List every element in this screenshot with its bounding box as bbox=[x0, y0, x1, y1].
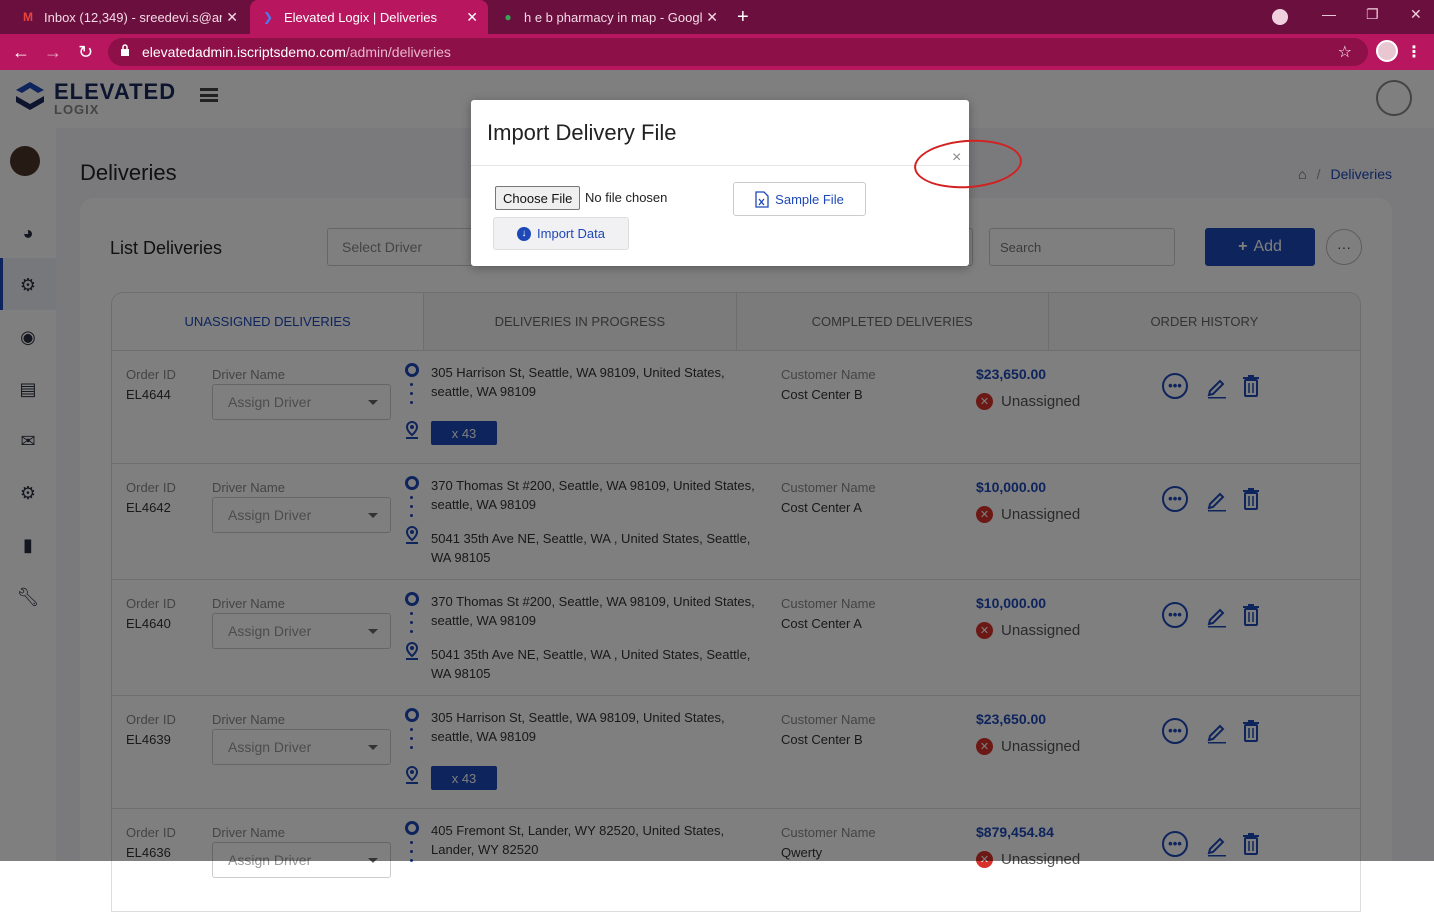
excel-file-icon bbox=[755, 190, 769, 208]
browser-tab-bar: M Inbox (12,349) - sreedevi.s@armi ✕ ❯ E… bbox=[0, 0, 1434, 34]
modal-divider bbox=[471, 165, 969, 166]
back-icon[interactable]: ← bbox=[12, 42, 30, 63]
address-bar: ← → ↻ elevatedadmin.iscriptsdemo.com/adm… bbox=[0, 34, 1434, 70]
minimize-icon[interactable]: — bbox=[1322, 6, 1336, 22]
import-data-label: Import Data bbox=[537, 226, 605, 241]
url-path: /admin/deliveries bbox=[345, 44, 451, 60]
close-tab-icon[interactable]: ✕ bbox=[466, 9, 478, 26]
tab-title: h e b pharmacy in map - Google bbox=[524, 9, 702, 25]
url-field[interactable]: elevatedadmin.iscriptsdemo.com/admin/del… bbox=[108, 38, 1368, 66]
close-tab-icon[interactable]: ✕ bbox=[226, 9, 238, 26]
restore-icon[interactable]: ❐ bbox=[1366, 6, 1379, 23]
tab-title: Elevated Logix | Deliveries bbox=[284, 9, 437, 25]
gmail-icon: M bbox=[23, 10, 33, 24]
browser-menu-icon[interactable]: ⋮ bbox=[1406, 42, 1422, 62]
file-status-text: No file chosen bbox=[585, 190, 668, 205]
sample-file-button[interactable]: Sample File bbox=[733, 182, 866, 216]
forward-icon[interactable]: → bbox=[44, 42, 62, 63]
browser-tab-gmail[interactable]: M Inbox (12,349) - sreedevi.s@armi ✕ bbox=[10, 0, 248, 34]
lock-icon bbox=[121, 44, 129, 56]
sample-file-label: Sample File bbox=[775, 191, 844, 207]
reload-icon[interactable]: ↻ bbox=[78, 42, 93, 63]
google-maps-icon: ● bbox=[504, 10, 512, 24]
import-data-button[interactable]: ↓ Import Data bbox=[493, 217, 629, 250]
profile-avatar[interactable] bbox=[1376, 40, 1398, 62]
window-close-icon[interactable]: ✕ bbox=[1410, 6, 1422, 23]
download-circle-icon: ↓ bbox=[517, 226, 532, 241]
url-host: elevatedadmin.iscriptsdemo.com bbox=[142, 44, 346, 60]
choose-file-button[interactable]: Choose File bbox=[495, 186, 581, 210]
tab-title: Inbox (12,349) - sreedevi.s@armi bbox=[44, 9, 222, 25]
elevated-logix-icon: ❯ bbox=[262, 10, 274, 24]
tab-search-icon[interactable] bbox=[1272, 9, 1288, 25]
close-tab-icon[interactable]: ✕ bbox=[706, 9, 718, 26]
browser-tab-elevated[interactable]: ❯ Elevated Logix | Deliveries ✕ bbox=[250, 0, 488, 34]
import-delivery-modal: Import Delivery File × Choose File No fi… bbox=[471, 100, 969, 266]
bookmark-star-icon[interactable]: ☆ bbox=[1338, 42, 1352, 62]
modal-title: Import Delivery File bbox=[487, 120, 677, 145]
browser-tab-maps[interactable]: ● h e b pharmacy in map - Google ✕ bbox=[490, 0, 728, 34]
new-tab-icon[interactable]: + bbox=[737, 6, 749, 29]
